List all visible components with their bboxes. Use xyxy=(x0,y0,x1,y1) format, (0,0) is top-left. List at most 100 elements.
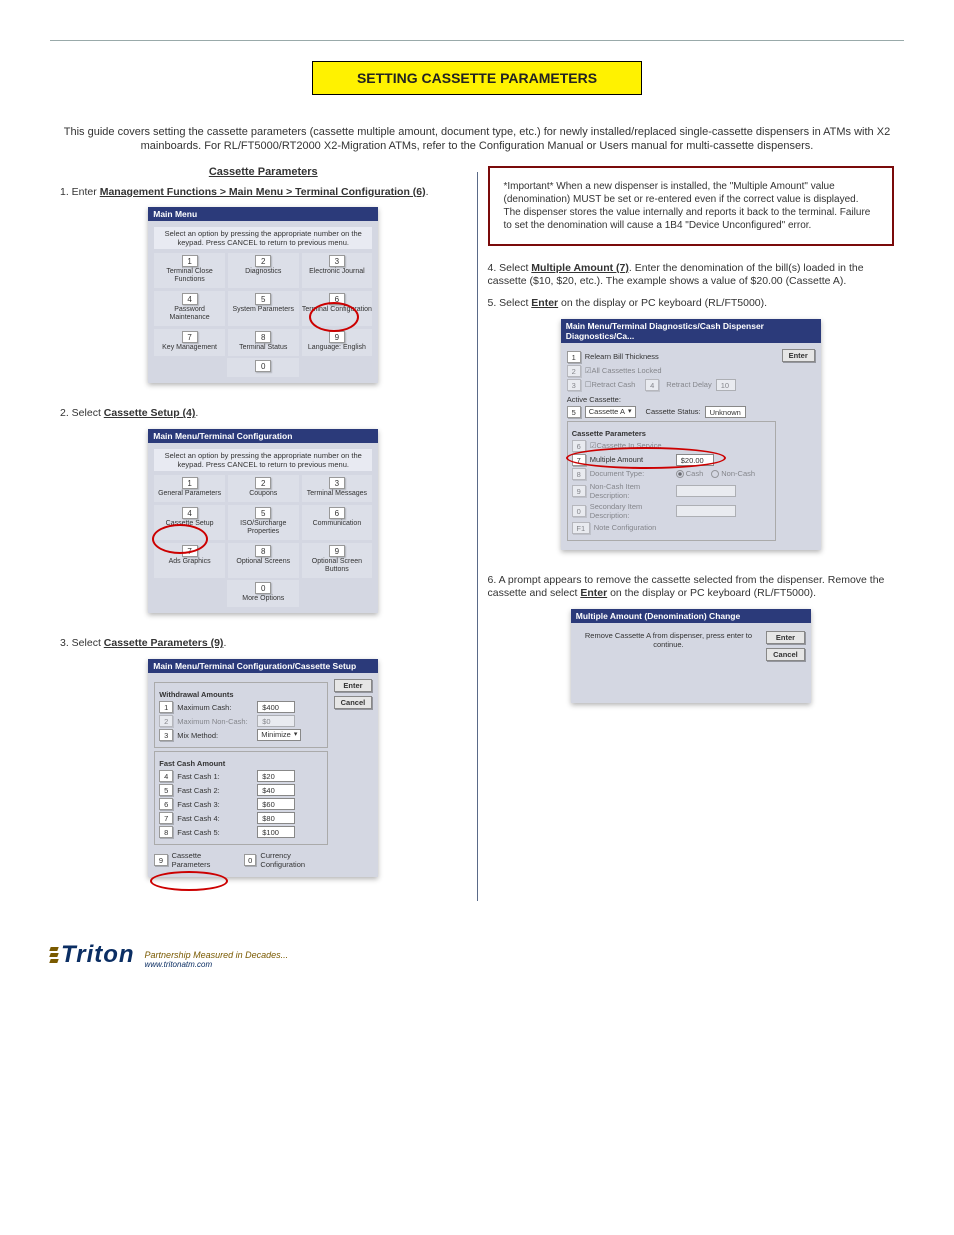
keypad-num: 8 xyxy=(255,545,271,557)
menu-label: Diagnostics xyxy=(245,268,281,275)
field-label: Document Type: xyxy=(590,469,676,478)
step-2: 2. Select Cassette Setup (4). xyxy=(60,407,467,421)
field-label: Fast Cash 4: xyxy=(177,814,257,823)
ss2-title: Main Menu/Terminal Configuration xyxy=(148,429,378,443)
keypad-num: 1 xyxy=(159,701,173,713)
field-label: Fast Cash 3: xyxy=(177,800,257,809)
keypad-num: 7 xyxy=(159,812,173,824)
keypad-num: 9 xyxy=(154,854,167,866)
step-1: 1. Enter Management Functions > Main Men… xyxy=(60,186,467,200)
step-5: 5. Select Enter on the display or PC key… xyxy=(488,297,895,311)
footer-tagline: Partnership Measured in Decades... www.t… xyxy=(145,950,289,969)
field-label: Fast Cash 1: xyxy=(177,772,257,781)
chevron-down-icon: ▾ xyxy=(294,729,298,741)
menu-label: System Parameters xyxy=(233,306,294,313)
ss3-title: Main Menu/Terminal Configuration/Cassett… xyxy=(148,659,378,673)
right-column: *Important* When a new dispenser is inst… xyxy=(478,166,905,901)
field-label: Non-Cash Item Description: xyxy=(590,482,676,500)
field-value: $400 xyxy=(257,701,295,713)
params-group-title: Cassette Parameters xyxy=(572,429,771,438)
menu-label: Communication xyxy=(313,520,362,527)
menu-label: Password Maintenance xyxy=(170,306,210,321)
keypad-num: 5 xyxy=(159,784,173,796)
button-label: Note Configuration xyxy=(594,523,657,532)
keypad-num: 4 xyxy=(159,770,173,782)
keypad-num: 7 xyxy=(572,454,586,466)
page-title: Setting Cassette Parameters xyxy=(312,61,642,95)
menu-label: Terminal Configuration xyxy=(302,306,372,313)
keypad-num: 1 xyxy=(182,477,198,489)
keypad-num: 4 xyxy=(182,293,198,305)
keypad-num: 0 xyxy=(244,854,256,866)
enter-button: Enter xyxy=(782,349,815,362)
active-cassette-label: Active Cassette: xyxy=(567,395,776,404)
important-note-box: *Important* When a new dispenser is inst… xyxy=(488,166,895,246)
keypad-num: 5 xyxy=(255,293,271,305)
keypad-num: 4 xyxy=(645,379,659,391)
status-value: Unknown xyxy=(705,406,746,418)
menu-label: More Options xyxy=(242,595,284,602)
brand-name: Triton xyxy=(61,941,135,969)
radio-cash xyxy=(676,470,684,478)
keypad-num: 3 xyxy=(329,477,345,489)
keypad-num: 7 xyxy=(182,331,198,343)
field-label: Fast Cash 5: xyxy=(177,828,257,837)
field-value: $20.00 xyxy=(676,454,714,466)
button-label: Relearn Bill Thickness xyxy=(585,352,659,361)
important-text: *Important* When a new dispenser is inst… xyxy=(504,181,871,231)
field-value: 10 xyxy=(716,379,736,391)
cancel-button: Cancel xyxy=(334,696,373,709)
keypad-num: 4 xyxy=(182,507,198,519)
field-value: $80 xyxy=(257,812,295,824)
ss5-title: Multiple Amount (Denomination) Change xyxy=(571,609,811,623)
step-4: 4. Select Multiple Amount (7). Enter the… xyxy=(488,262,895,289)
field-value: $40 xyxy=(257,784,295,796)
field-label: Maximum Non-Cash: xyxy=(177,717,257,726)
keypad-num: F1 xyxy=(572,522,590,534)
keypad-num: 9 xyxy=(329,331,345,343)
menu-label: Terminal Close Functions xyxy=(166,268,212,283)
button-label: Currency Configuration xyxy=(260,851,327,869)
menu-label: Terminal Status xyxy=(239,344,287,351)
keypad-num: 0 xyxy=(255,582,271,594)
keypad-num: 2 xyxy=(567,365,581,377)
menu-label: Key Management xyxy=(162,344,217,351)
radio-noncash xyxy=(711,470,719,478)
menu-label: Electronic Journal xyxy=(309,268,365,275)
triton-logo: Triton xyxy=(50,941,135,969)
screenshot-cassette-params: Main Menu/Terminal Diagnostics/Cash Disp… xyxy=(561,319,821,550)
menu-label: Terminal Messages xyxy=(307,490,367,497)
keypad-num: 1 xyxy=(182,255,198,267)
menu-label: Language: English xyxy=(308,344,366,351)
keypad-num: 3 xyxy=(329,255,345,267)
keypad-num: 9 xyxy=(572,485,586,497)
field-value: $20 xyxy=(257,770,295,782)
field-label: Secondary Item Description: xyxy=(590,502,676,520)
ss2-note: Select an option by pressing the appropr… xyxy=(154,449,372,471)
enter-button: Enter xyxy=(766,631,805,644)
footer: Triton Partnership Measured in Decades..… xyxy=(50,941,904,969)
menu-label: Cassette Setup xyxy=(166,520,214,527)
field-value: $60 xyxy=(257,798,295,810)
top-rule xyxy=(50,40,904,41)
menu-label: Coupons xyxy=(249,490,277,497)
status-label: Cassette Status: xyxy=(646,407,701,416)
button-label: Cassette Parameters xyxy=(172,851,238,869)
fastcash-group: Fast Cash Amount xyxy=(159,759,322,768)
screenshot-terminal-config: Main Menu/Terminal Configuration Select … xyxy=(148,429,378,613)
step-3: 3. Select Cassette Parameters (9). xyxy=(60,637,467,651)
keypad-num: 3 xyxy=(159,729,173,741)
radio-label: Cash xyxy=(686,469,704,478)
keypad-num: 1 xyxy=(567,351,581,363)
checkbox-label: All Cassettes Locked xyxy=(591,366,661,375)
left-heading: Cassette Parameters xyxy=(60,166,467,178)
ss1-title: Main Menu xyxy=(148,207,378,221)
ss1-note: Select an option by pressing the appropr… xyxy=(154,227,372,249)
screenshot-cassette-setup: Main Menu/Terminal Configuration/Cassett… xyxy=(148,659,378,877)
logo-stripes-icon xyxy=(50,947,58,963)
keypad-num: 2 xyxy=(255,255,271,267)
keypad-num: 6 xyxy=(329,507,345,519)
field-value xyxy=(676,505,736,517)
keypad-num: 8 xyxy=(159,826,173,838)
screenshot-prompt: Multiple Amount (Denomination) Change Re… xyxy=(571,609,811,703)
